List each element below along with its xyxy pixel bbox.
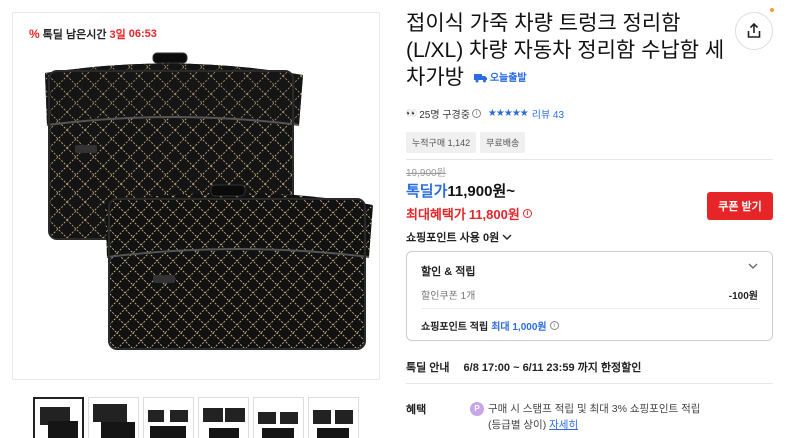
percent-icon: % xyxy=(29,27,40,41)
eyes-icon: 👀 xyxy=(406,108,417,118)
notice-dot xyxy=(770,8,774,12)
deal-notice-period: 6/8 17:00 ~ 6/11 23:59 까지 한정할인 xyxy=(463,362,642,374)
thumbnail-6[interactable] xyxy=(308,397,359,438)
tag-list: 누적구매 1,142 무료배송 xyxy=(406,132,526,153)
coupon-button[interactable]: 쿠폰 받기 xyxy=(707,192,773,220)
original-price: 19,900원 xyxy=(406,168,446,179)
product-title: 접이식 가죽 차량 트렁크 정리함 (L/XL) 차량 자동차 정리함 수납함 … xyxy=(406,10,726,92)
discount-benefit-panel: 할인 & 적립 할인쿠폰 1개 -100원 쇼핑포인트 적립 최대 1,000원… xyxy=(406,251,773,341)
coupon-discount: -100원 xyxy=(728,291,758,302)
timer-days: 3일 xyxy=(109,29,126,41)
benefit-text-line1: 구매 시 스탬프 적립 및 최대 3% 쇼핑포인트 적립 xyxy=(488,403,701,415)
points-icon: P xyxy=(470,402,484,417)
tag-free-shipping: 무료배송 xyxy=(480,132,526,153)
deal-timer: % 톡딜 남은시간 3일 06:53 xyxy=(29,26,157,42)
thumbnail-strip xyxy=(33,397,359,438)
max-benefit-value: 11,800원 xyxy=(468,207,520,222)
thumbnail-2[interactable] xyxy=(88,397,139,438)
meta-row: 👀 25명 구경중 i ★★★★★ 리뷰 43 xyxy=(406,106,564,121)
benefit-description: P 구매 시 스탬프 적립 및 최대 3% 쇼핑포인트 적립 (등급별 상이) 자… xyxy=(470,401,770,433)
benefit-detail-link[interactable]: 자세히 xyxy=(549,419,578,431)
deal-price: 톡딜가11,900원~ xyxy=(406,180,515,201)
points-earn-label: 쇼핑포인트 적립 xyxy=(421,322,489,333)
info-icon[interactable]: i xyxy=(549,321,559,330)
delivery-badge-label: 오늘출발 xyxy=(489,72,527,84)
info-icon[interactable]: i xyxy=(471,109,481,118)
deal-price-label: 톡딜가 xyxy=(406,183,448,200)
truck-icon xyxy=(473,74,487,83)
thumbnail-4[interactable] xyxy=(198,397,249,438)
divider xyxy=(406,383,773,384)
thumbnail-5[interactable] xyxy=(253,397,304,438)
max-benefit-price: 최대혜택가 11,800원 i xyxy=(406,204,532,223)
tag-cumulative-purchase: 누적구매 1,142 xyxy=(406,132,477,153)
info-icon[interactable]: i xyxy=(522,209,532,218)
divider xyxy=(421,308,760,309)
divider xyxy=(406,159,773,160)
benefit-text-line2: (등급별 상이) xyxy=(488,419,547,431)
panel-toggle[interactable] xyxy=(748,262,758,273)
share-button[interactable] xyxy=(735,8,774,50)
product-title-text: 접이식 가죽 차량 트렁크 정리함 (L/XL) 차량 자동차 정리함 수납함 … xyxy=(406,12,725,89)
benefit-label: 혜택 xyxy=(406,404,427,416)
coupon-count: 할인쿠폰 1개 xyxy=(421,291,476,302)
deal-notice-label: 톡딜 안내 xyxy=(406,362,450,374)
deal-notice: 톡딜 안내 6/8 17:00 ~ 6/11 23:59 까지 한정할인 xyxy=(406,359,641,375)
benefit-panel-title: 할인 & 적립 xyxy=(421,266,476,278)
chevron-down-icon xyxy=(748,263,758,269)
thumbnail-3[interactable] xyxy=(143,397,194,438)
max-benefit-label: 최대혜택가 xyxy=(406,207,466,222)
points-use-dropdown[interactable]: 쇼핑포인트 사용 0원 xyxy=(406,229,512,245)
chevron-down-icon xyxy=(502,234,512,240)
delivery-badge: 오늘출발 xyxy=(473,65,527,92)
deal-price-value: 11,900원~ xyxy=(447,183,516,200)
main-product-image[interactable]: % 톡딜 남은시간 3일 06:53 xyxy=(12,12,380,380)
review-link[interactable]: 리뷰 43 xyxy=(532,106,564,121)
timer-time: 06:53 xyxy=(128,28,157,40)
points-earn-row: 쇼핑포인트 적립 최대 1,000원 i xyxy=(421,318,559,333)
share-icon xyxy=(747,23,761,38)
points-earn-value: 최대 1,000원 xyxy=(491,322,547,333)
rating-stars-icon: ★★★★★ xyxy=(487,108,529,119)
thumbnail-1[interactable] xyxy=(33,397,84,438)
timer-label: 톡딜 남은시간 xyxy=(42,29,107,41)
points-use-label: 쇼핑포인트 사용 0원 xyxy=(406,232,500,244)
viewer-count: 25명 구경중 xyxy=(419,110,470,121)
trunk-organizer-illustration xyxy=(45,52,373,350)
